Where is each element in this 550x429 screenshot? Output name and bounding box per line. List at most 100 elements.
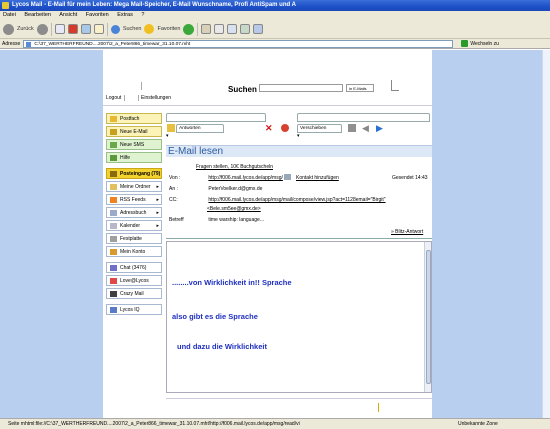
menu-favoriten[interactable]: Favoriten bbox=[86, 12, 109, 18]
chevron-down-icon[interactable]: ▾ bbox=[166, 134, 172, 139]
forward-arrow-icon[interactable] bbox=[36, 23, 48, 35]
sidebar-item-new-sms[interactable]: Neue SMS bbox=[106, 139, 162, 150]
address-input[interactable]: C:\37_WERTHERFREUND....2007\2_a_Peter866… bbox=[23, 39, 454, 48]
search-label: Suchen bbox=[228, 85, 257, 94]
chevron-right-icon: ▸ bbox=[156, 197, 159, 203]
spam-icon[interactable] bbox=[281, 124, 289, 132]
sidebar-item-chat[interactable]: Chat (3476) bbox=[106, 262, 162, 273]
sidebar-item-label: Chat (3476) bbox=[120, 265, 147, 271]
quick-reply-link[interactable]: » Blitz-Antwort bbox=[391, 229, 423, 235]
discuss-icon[interactable] bbox=[240, 24, 251, 34]
to-label: An : bbox=[169, 186, 178, 192]
window-title-bar: Lycos Mail - E-Mail für mein Leben: Mega… bbox=[0, 0, 550, 11]
chevron-right-icon: ▸ bbox=[156, 223, 159, 229]
app-icon bbox=[2, 2, 9, 9]
address-url: C:\37_WERTHERFREUND....2007\2_a_Peter866… bbox=[34, 41, 191, 47]
from-label: Von : bbox=[169, 175, 181, 181]
to-address: PeterVoelker.d@gmx.de bbox=[208, 186, 263, 192]
mail-icon[interactable] bbox=[201, 24, 212, 34]
previous-arrow-icon[interactable]: ◀ bbox=[362, 124, 370, 133]
cc-address[interactable]: http://f006.mail.lycos.de/app/msg/mail/c… bbox=[208, 197, 385, 203]
sidebar-item-inbox[interactable]: Posteingang (79) bbox=[106, 168, 162, 179]
security-zone: Unbekannte Zone bbox=[458, 421, 498, 427]
email-body-scrollbar[interactable] bbox=[424, 242, 431, 392]
status-text: Seite mhtml:file://C:\37_WERTHERFREUND..… bbox=[8, 421, 300, 427]
print-icon[interactable] bbox=[348, 124, 356, 132]
sidebar-item-my-account[interactable]: Mein Konto bbox=[106, 246, 162, 257]
header-divider bbox=[391, 80, 399, 91]
header-rule bbox=[103, 105, 432, 106]
cc-row: CC: http://f006.mail.lycos.de/app/msg/ma… bbox=[169, 197, 386, 203]
lycos-iq-icon bbox=[110, 307, 117, 313]
scrollbar-thumb[interactable] bbox=[426, 250, 431, 384]
menu-ansicht[interactable]: Ansicht bbox=[59, 12, 77, 18]
print-icon[interactable] bbox=[214, 24, 225, 34]
search-icon[interactable] bbox=[110, 24, 120, 34]
sidebar-item-storage[interactable]: Festplatte bbox=[106, 233, 162, 244]
menu-bearbeiten[interactable]: Bearbeiten bbox=[24, 12, 51, 18]
menu-datei[interactable]: Datei bbox=[3, 12, 16, 18]
sidebar-item-label: Lycos IQ bbox=[120, 307, 140, 313]
from-row: Von : http://f006.mail.lycos.de/app/msg/ bbox=[169, 175, 283, 181]
sidebar-item-postfach[interactable]: Postfach bbox=[106, 113, 162, 124]
go-button[interactable]: Wechseln zu bbox=[461, 40, 499, 47]
to-row: An : PeterVoelker.d@gmx.de bbox=[169, 186, 262, 192]
logout-link[interactable]: Logout bbox=[106, 95, 126, 101]
body-line: ........von Wirklichkeit in!! Sprache bbox=[172, 278, 292, 287]
sidebar-item-address-book[interactable]: Adressbuch ▸ bbox=[106, 207, 162, 218]
search-scope-select[interactable]: in E-Mails bbox=[346, 84, 374, 92]
delete-icon[interactable]: ✕ bbox=[265, 124, 273, 133]
account-icon bbox=[110, 249, 117, 255]
email-subject-link[interactable]: Fragen stellen, 10€ Buchgutscheln bbox=[196, 164, 273, 170]
sidebar-item-label: Mein Konto bbox=[120, 249, 146, 255]
back-button-label[interactable]: Zurück bbox=[17, 26, 34, 32]
home-icon[interactable] bbox=[93, 24, 104, 34]
body-line: also gibt es die Sprache bbox=[172, 312, 258, 321]
sidebar-item-my-folders[interactable]: Meine Ordner ▸ bbox=[106, 181, 162, 192]
sidebar-item-label: Love@Lycos bbox=[120, 278, 149, 284]
sidebar-item-calendar[interactable]: Kalender ▸ bbox=[106, 220, 162, 231]
stop-icon[interactable] bbox=[67, 24, 78, 34]
search-input[interactable] bbox=[259, 84, 343, 92]
page-viewport: Suchen in E-Mails Logout Einstellungen P… bbox=[0, 50, 550, 418]
next-arrow-icon[interactable]: ▶ bbox=[376, 124, 384, 133]
sidebar-item-new-email[interactable]: Neue E-Mail bbox=[106, 126, 162, 137]
refresh-icon[interactable] bbox=[80, 24, 91, 34]
favorites-star-icon[interactable] bbox=[144, 24, 155, 34]
sidebar-item-love-lycos[interactable]: Love@Lycos bbox=[106, 275, 162, 286]
menu-extras[interactable]: Extras bbox=[117, 12, 133, 18]
window-scrollbar[interactable] bbox=[542, 50, 550, 418]
menu-help[interactable]: ? bbox=[141, 12, 144, 18]
move-button[interactable]: Verschieben bbox=[297, 124, 342, 133]
cc-address-2[interactable]: <Bele.sm5ee@gmx.de> bbox=[207, 206, 261, 212]
toolbar-separator bbox=[50, 22, 52, 36]
messenger-icon[interactable] bbox=[253, 24, 264, 34]
settings-link[interactable]: Einstellungen bbox=[138, 95, 171, 101]
contact-card-icon bbox=[284, 174, 291, 180]
reply-icon[interactable] bbox=[167, 124, 175, 132]
back-arrow-icon[interactable] bbox=[3, 23, 14, 35]
body-line: und dazu die Wirklichkeit bbox=[177, 342, 267, 351]
toolbar-separator bbox=[106, 22, 108, 36]
sidebar-item-lycos-iq[interactable]: Lycos IQ bbox=[106, 304, 162, 315]
inbox-icon bbox=[110, 171, 117, 177]
email-body: ........von Wirklichkeit in!! Sprache al… bbox=[166, 241, 432, 393]
reply-button[interactable]: Antworten bbox=[176, 124, 224, 133]
sidebar-item-crazy-mail[interactable]: Crazy Mail bbox=[106, 288, 162, 299]
from-address[interactable]: http://f006.mail.lycos.de/app/msg/ bbox=[208, 175, 282, 181]
edit-icon[interactable] bbox=[227, 24, 238, 34]
sidebar-item-help[interactable]: Hilfe bbox=[106, 152, 162, 163]
add-contact-link[interactable]: Kontakt hinzufügen bbox=[296, 175, 339, 181]
favorites-button-label[interactable]: Favoriten bbox=[157, 26, 180, 32]
sidebar-item-rss-feeds[interactable]: RSS Feeds ▸ bbox=[106, 194, 162, 205]
subject-text: time warship: language... bbox=[208, 217, 264, 223]
chevron-down-icon[interactable]: ▾ bbox=[297, 134, 303, 139]
chevron-right-icon: ▸ bbox=[156, 210, 159, 216]
sidebar-item-label: Hilfe bbox=[120, 155, 131, 161]
sidebar-item-label: Postfach bbox=[120, 116, 140, 122]
page-icon[interactable] bbox=[54, 24, 65, 34]
search-button-label[interactable]: Suchen bbox=[123, 26, 142, 32]
history-icon[interactable] bbox=[183, 23, 195, 35]
sidebar-item-label: Adressbuch bbox=[120, 210, 147, 216]
mailbox-icon bbox=[110, 116, 117, 122]
